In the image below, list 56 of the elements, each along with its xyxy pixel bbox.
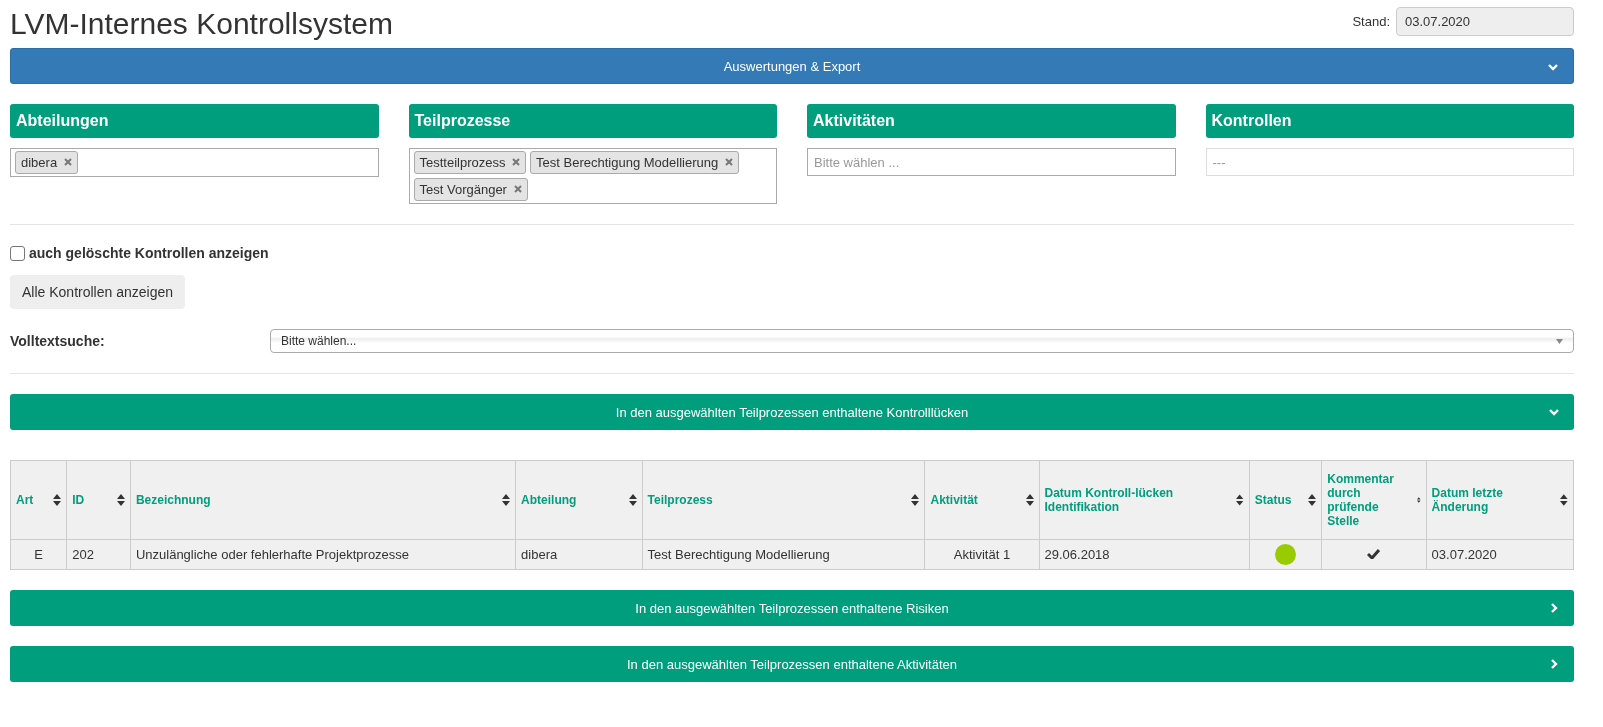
chevron-icon [1547, 61, 1559, 73]
multiselect-field[interactable]: Bitte wählen ... [807, 148, 1176, 176]
dropdown-arrow-icon [1556, 338, 1563, 344]
filter-heading: Kontrollen [1205, 104, 1574, 138]
table-cell: dibera [515, 539, 643, 570]
selected-tag[interactable]: dibera [15, 151, 78, 174]
column-header[interactable]: Status [1254, 493, 1292, 507]
stand-label: Stand: [1352, 13, 1390, 29]
sort-icon[interactable] [1308, 494, 1317, 506]
filter-heading: Aktivitäten [807, 104, 1176, 138]
column-header[interactable]: Teilprozess [647, 493, 713, 507]
section-header[interactable]: In den ausgewählten Teilprozessen enthaltene Kontrolllücken [10, 394, 1574, 430]
table-cell: Aktivität 1 [925, 539, 1039, 570]
column-header[interactable]: Bezeichnung [135, 493, 211, 507]
column-header[interactable]: Abteilung [521, 493, 577, 507]
filter-heading: Abteilungen [10, 104, 379, 138]
section-header[interactable]: In den ausgewählten Teilprozessen enthaltene Aktivitäten [10, 646, 1574, 682]
multiselect-field[interactable]: dibera [10, 148, 379, 177]
multiselect-field[interactable]: Testteilprozess Test Berechtigung Modellierung Test Vorgänger [408, 148, 777, 204]
selected-tag[interactable]: Testteilprozess [413, 151, 527, 174]
column-header[interactable]: Art [16, 493, 34, 507]
section-header[interactable]: In den ausgewählten Teilprozessen enthaltene Risiken [10, 590, 1574, 626]
selected-tag[interactable]: Test Berechtigung Modellierung [530, 151, 739, 174]
sort-icon[interactable] [502, 494, 511, 506]
remove-icon[interactable] [512, 158, 521, 166]
sort-icon[interactable] [628, 494, 637, 506]
table-cell: E [10, 539, 67, 570]
table-cell: Unzulängliche oder fehlerhafte Projektprozesse [130, 539, 516, 570]
page-title: LVM-Internes Kontrollsystem [10, 7, 393, 41]
column-header[interactable]: ID [72, 493, 85, 507]
remove-icon[interactable] [513, 185, 522, 193]
sort-icon[interactable] [1025, 494, 1034, 506]
chevron-icon [1548, 406, 1560, 418]
remove-icon[interactable] [63, 158, 72, 166]
export-panel-header[interactable]: Auswertungen & Export [10, 48, 1574, 84]
table-cell: 29.06.2018 [1039, 539, 1250, 570]
sort-icon[interactable] [911, 494, 920, 506]
checkbox-label: auch gelöschte Kontrollen anzeigen [29, 245, 269, 261]
checkbox[interactable] [10, 245, 25, 261]
chevron-icon [1548, 602, 1560, 614]
sort-icon[interactable] [53, 494, 62, 506]
sort-icon[interactable] [116, 494, 125, 506]
table-cell: 202 [66, 539, 131, 570]
sort-icon[interactable] [1236, 494, 1244, 506]
show-all-button[interactable]: Alle Kontrollen anzeigen [10, 275, 185, 309]
remove-icon[interactable] [724, 158, 733, 166]
sort-icon[interactable] [1560, 494, 1568, 506]
column-header[interactable]: Aktivität [930, 493, 978, 507]
table-cell: 03.07.2020 [1426, 539, 1574, 570]
selected-tag[interactable]: Test Vorgänger [413, 178, 528, 201]
filter-heading: Teilprozesse [408, 104, 777, 138]
fulltext-select[interactable]: Bitte wählen... [270, 329, 1574, 353]
fulltext-label: Volltextsuche: [10, 333, 106, 349]
stand-date-field: 03.07.2020 [1396, 6, 1574, 36]
table-cell: Test Berechtigung Modellierung [642, 539, 925, 570]
chevron-icon [1548, 658, 1560, 670]
